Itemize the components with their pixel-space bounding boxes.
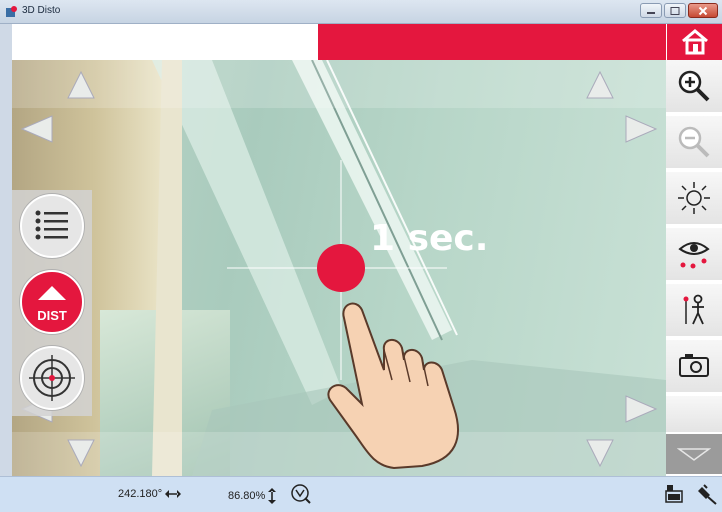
horizontal-angle-readout: 242.180°: [118, 488, 182, 500]
home-icon: [682, 29, 708, 55]
zoom-out-button[interactable]: [666, 116, 722, 170]
vertical-arrows-icon: [268, 488, 277, 504]
home-button[interactable]: [666, 24, 722, 60]
pan-down-right-arrow[interactable]: [585, 438, 615, 468]
eye-points-icon: [678, 242, 710, 269]
right-toolbar: [666, 60, 722, 476]
target-icon: [29, 355, 75, 401]
tilt-sensor-icon[interactable]: [290, 483, 312, 505]
minimize-icon: [647, 11, 655, 14]
toolbar-spacer: [666, 396, 722, 434]
close-icon: [698, 6, 708, 15]
zoom-in-button[interactable]: [666, 60, 722, 114]
left-action-panel: DIST: [12, 190, 92, 416]
brightness-button[interactable]: [666, 172, 722, 226]
close-button[interactable]: [688, 3, 718, 18]
maximize-button[interactable]: [664, 3, 686, 18]
hand-pointer-icon: [327, 302, 459, 470]
minimize-button[interactable]: [640, 3, 662, 18]
app-icon: [6, 6, 17, 17]
pan-up-right-arrow[interactable]: [585, 70, 615, 100]
camera-icon: [679, 354, 709, 377]
person-height-button[interactable]: [666, 284, 722, 338]
pan-down-left-arrow[interactable]: [66, 438, 96, 468]
person-height-icon: [683, 294, 704, 325]
more-tools-button[interactable]: [666, 434, 722, 476]
window-titlebar: 3D Disto: [0, 0, 722, 24]
list-icon: [35, 210, 68, 240]
view-points-button[interactable]: [666, 228, 722, 282]
connection-plug-icon: [698, 484, 717, 505]
camera-viewport[interactable]: DIST 1 sec.: [12, 60, 666, 476]
horizontal-arrows-icon: [165, 490, 182, 498]
pan-up-left-arrow[interactable]: [66, 70, 96, 100]
hold-duration-hint: 1 sec.: [370, 218, 489, 259]
zoom-in-icon: [678, 70, 710, 102]
camera-button[interactable]: [666, 340, 722, 394]
target-aim-button[interactable]: [20, 346, 84, 410]
pan-right-top-arrow[interactable]: [624, 114, 658, 144]
pan-right-bottom-arrow[interactable]: [624, 394, 658, 424]
zoom-out-icon: [678, 126, 710, 158]
maximize-icon: [670, 6, 680, 15]
app-client-area: DIST 1 sec.: [12, 24, 722, 476]
horizontal-angle-value: 242.180°: [118, 488, 163, 500]
menu-list-button[interactable]: [20, 194, 84, 258]
battery-icon: [665, 485, 683, 503]
viewport-top-band: [12, 60, 666, 108]
window-title: 3D Disto: [22, 5, 61, 16]
status-bar: 242.180° 86.80%: [0, 476, 722, 512]
status-strip-alert: [318, 24, 666, 60]
vertical-angle-readout: 86.80%: [228, 488, 277, 504]
brightness-icon: [678, 182, 710, 214]
status-strip: [12, 24, 318, 60]
vertical-angle-value: 86.80%: [228, 490, 266, 502]
pan-left-top-arrow[interactable]: [20, 114, 54, 144]
dist-button-label: DIST: [37, 308, 67, 323]
triangle-up-icon: [38, 286, 66, 300]
dist-measure-button[interactable]: DIST: [20, 270, 84, 334]
chevron-down-icon: [677, 448, 711, 461]
